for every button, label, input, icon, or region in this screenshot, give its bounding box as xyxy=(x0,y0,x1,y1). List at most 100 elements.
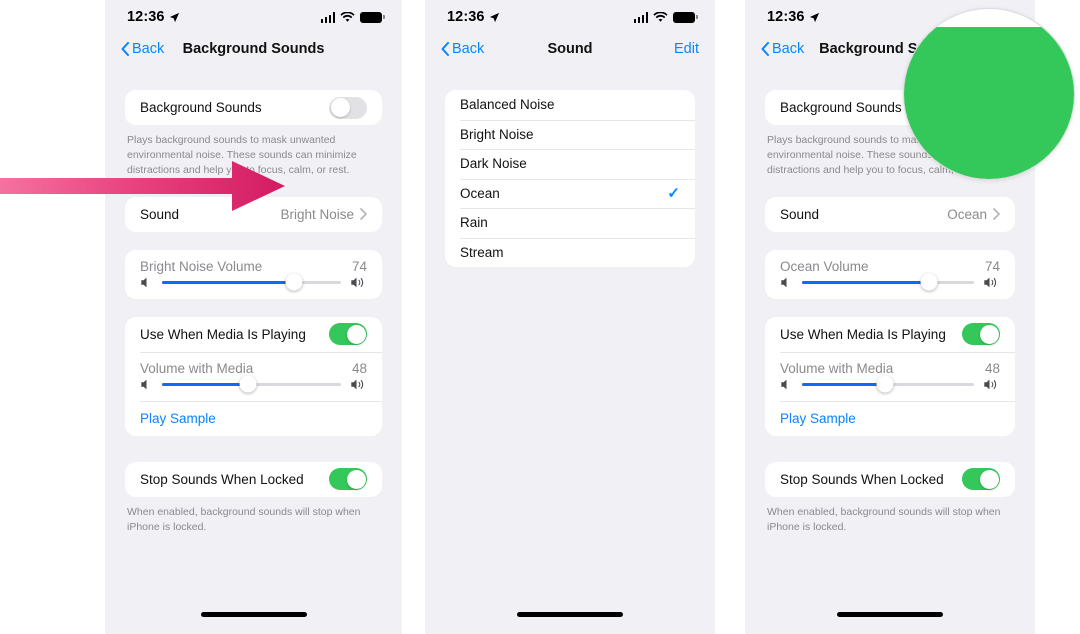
media-volume-slider[interactable] xyxy=(125,375,382,401)
home-indicator xyxy=(200,612,307,617)
background-sounds-label: Background Sounds xyxy=(140,100,262,115)
media-volume-header: Volume with Media 48 xyxy=(125,352,382,376)
sound-option-label: Stream xyxy=(460,244,504,260)
sound-option-row[interactable]: Dark Noise xyxy=(445,149,695,179)
use-when-media-toggle[interactable] xyxy=(329,323,367,346)
wifi-icon xyxy=(340,11,355,22)
sound-option-row[interactable]: Balanced Noise xyxy=(445,90,695,120)
play-sample-row[interactable]: Play Sample xyxy=(125,400,382,436)
sound-option-row[interactable]: Stream xyxy=(445,237,695,268)
cellular-signal-icon xyxy=(633,12,648,23)
play-sample-button[interactable]: Play Sample xyxy=(780,411,856,426)
sound-volume-header: Ocean Volume 74 xyxy=(765,250,1015,274)
checkmark-icon: ✓ xyxy=(667,185,680,203)
sound-volume-header: Bright Noise Volume 74 xyxy=(125,250,382,274)
sound-volume-card: Bright Noise Volume 74 xyxy=(125,249,382,299)
slider-knob[interactable] xyxy=(285,273,303,291)
location-arrow-icon xyxy=(169,12,179,22)
sound-volume-slider[interactable] xyxy=(125,273,382,299)
play-sample-button[interactable]: Play Sample xyxy=(140,411,216,426)
back-label: Back xyxy=(132,41,165,57)
slider-knob[interactable] xyxy=(876,375,894,393)
sound-value-group: Ocean xyxy=(947,207,1000,222)
sound-volume-label: Bright Noise Volume xyxy=(140,258,263,274)
status-bar-indicators xyxy=(320,11,385,23)
back-button[interactable]: Back xyxy=(121,41,164,57)
slider-track xyxy=(802,375,974,393)
slider-fill xyxy=(162,382,248,386)
stop-when-locked-row[interactable]: Stop Sounds When Locked xyxy=(125,462,382,497)
speaker-high-icon xyxy=(351,379,364,390)
stop-when-locked-toggle[interactable] xyxy=(962,468,1000,491)
chevron-right-icon xyxy=(993,208,1000,221)
sound-option-label: Bright Noise xyxy=(460,126,534,142)
sound-options-card: Balanced Noise Bright Noise Dark Noise Ocea… xyxy=(445,90,695,267)
wifi-icon xyxy=(653,11,668,22)
sound-option-label: Rain xyxy=(460,215,488,231)
background-sounds-label: Background Sounds xyxy=(780,100,902,115)
status-time: 12:36 xyxy=(767,9,805,25)
toggle-knob xyxy=(346,469,366,489)
status-bar: 12:36 xyxy=(425,0,715,34)
stop-when-locked-label: Stop Sounds When Locked xyxy=(780,471,944,487)
use-when-media-row[interactable]: Use When Media Is Playing xyxy=(125,317,382,352)
sound-card: Sound Ocean xyxy=(765,196,1015,232)
sound-card: Sound Bright Noise xyxy=(125,196,382,232)
use-when-media-row[interactable]: Use When Media Is Playing xyxy=(765,317,1015,352)
media-volume-slider[interactable] xyxy=(765,375,1015,401)
speaker-high-icon xyxy=(351,277,364,288)
play-sample-row[interactable]: Play Sample xyxy=(765,400,1015,436)
stop-when-locked-label: Stop Sounds When Locked xyxy=(140,471,304,487)
back-button[interactable]: Back xyxy=(441,41,484,57)
toggle-knob xyxy=(346,324,366,344)
media-volume-label: Volume with Media xyxy=(780,360,894,376)
sound-value: Bright Noise xyxy=(280,206,354,222)
use-when-media-toggle[interactable] xyxy=(962,323,1000,346)
toggle-knob xyxy=(979,324,999,344)
phone-panel-1: 12:36 Back Background Sounds Background … xyxy=(105,0,402,634)
slider-fill xyxy=(162,280,295,284)
sound-value: Ocean xyxy=(947,206,987,222)
media-volume-value: 48 xyxy=(984,360,1000,376)
speaker-low-icon xyxy=(781,277,787,288)
background-sounds-toggle[interactable] xyxy=(329,96,367,119)
magnifier-callout xyxy=(903,8,1075,180)
chevron-left-icon xyxy=(761,42,769,56)
back-button[interactable]: Back xyxy=(761,41,804,57)
stop-when-locked-row[interactable]: Stop Sounds When Locked xyxy=(765,462,1015,497)
sound-volume-value: 74 xyxy=(984,258,1000,274)
sound-volume-value: 74 xyxy=(351,258,367,274)
toggle-knob xyxy=(330,98,350,117)
home-indicator xyxy=(837,612,943,617)
location-arrow-icon xyxy=(489,12,499,22)
sound-volume-slider[interactable] xyxy=(765,273,1015,299)
speaker-high-icon xyxy=(984,277,997,288)
sound-label: Sound xyxy=(780,206,820,222)
sound-option-row[interactable]: Ocean ✓ xyxy=(445,178,695,209)
chevron-right-icon xyxy=(360,208,367,221)
battery-icon xyxy=(673,11,698,23)
status-time: 12:36 xyxy=(447,9,485,25)
edit-button[interactable]: Edit xyxy=(674,41,699,57)
media-volume-header: Volume with Media 48 xyxy=(765,352,1015,376)
background-sounds-footnote: Plays background sounds to mask unwanted… xyxy=(127,134,357,177)
stop-when-locked-footnote: When enabled, background sounds will sto… xyxy=(767,505,1001,533)
sound-row[interactable]: Sound Ocean xyxy=(765,197,1015,232)
status-bar-time-group: 12:36 xyxy=(447,9,500,25)
background-sounds-card: Background Sounds xyxy=(125,90,382,125)
speaker-low-icon xyxy=(141,277,147,288)
phone-panel-2: 12:36 Back Sound Edit Balanced Noise Bri… xyxy=(425,0,715,634)
sound-row[interactable]: Sound Bright Noise xyxy=(125,197,382,232)
slider-knob[interactable] xyxy=(920,273,938,291)
slider-track xyxy=(162,375,341,393)
media-volume-value: 48 xyxy=(351,360,367,376)
sound-value-group: Bright Noise xyxy=(280,207,367,222)
status-bar-time-group: 12:36 xyxy=(767,9,820,25)
slider-knob[interactable] xyxy=(239,375,257,393)
sound-option-row[interactable]: Bright Noise xyxy=(445,119,695,150)
sound-option-row[interactable]: Rain xyxy=(445,208,695,238)
background-sounds-row[interactable]: Background Sounds xyxy=(125,90,382,125)
stop-when-locked-toggle[interactable] xyxy=(329,468,367,491)
magnified-toggle-track xyxy=(904,27,1074,179)
status-bar-indicators xyxy=(633,11,698,23)
